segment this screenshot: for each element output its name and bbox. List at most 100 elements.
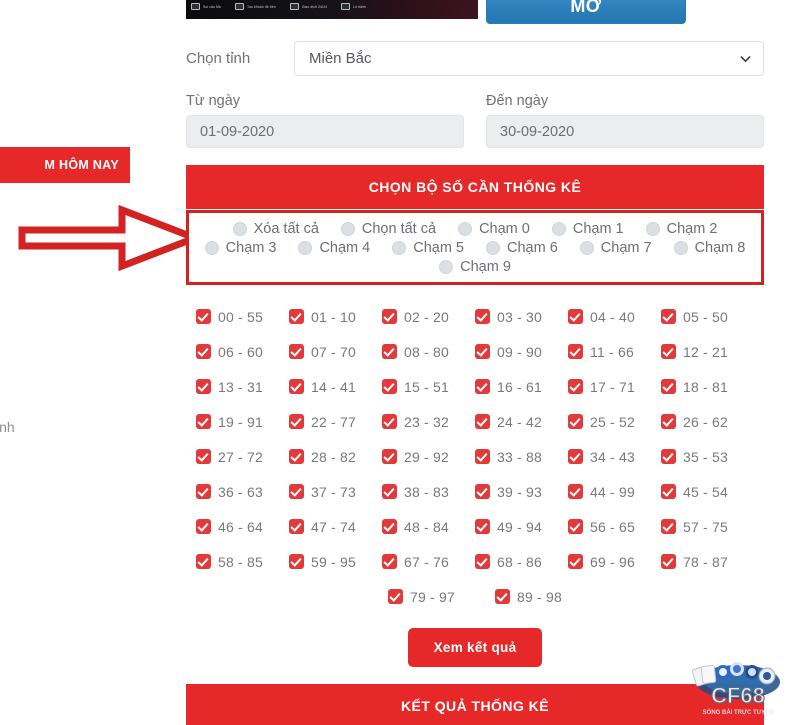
number-checkbox-option[interactable]: 18 - 81 xyxy=(661,379,754,395)
number-checkbox-option[interactable]: 02 - 20 xyxy=(382,309,475,325)
number-checkbox-option[interactable]: 05 - 50 xyxy=(661,309,754,325)
number-checkbox-option[interactable]: 13 - 31 xyxy=(196,379,289,395)
checkbox-checked-icon[interactable] xyxy=(661,344,676,359)
checkbox-checked-icon[interactable] xyxy=(382,414,397,429)
radio-circle-icon[interactable] xyxy=(392,241,407,255)
checkbox-checked-icon[interactable] xyxy=(661,309,676,324)
checkbox-checked-icon[interactable] xyxy=(475,449,490,464)
radio-circle-icon[interactable] xyxy=(551,222,566,236)
checkbox-checked-icon[interactable] xyxy=(568,519,583,534)
number-checkbox-option[interactable]: 08 - 80 xyxy=(382,344,475,360)
open-button[interactable]: MỞ xyxy=(486,0,686,24)
checkbox-checked-icon[interactable] xyxy=(196,414,211,429)
checkbox-checked-icon[interactable] xyxy=(196,344,211,359)
touch-filter-option[interactable]: Chạm 0 xyxy=(458,221,530,237)
checkbox-checked-icon[interactable] xyxy=(289,309,304,324)
touch-filter-option[interactable]: Chọn tất cả xyxy=(340,221,436,237)
checkbox-checked-icon[interactable] xyxy=(196,449,211,464)
number-checkbox-option[interactable]: 25 - 52 xyxy=(568,414,661,430)
number-checkbox-option[interactable]: 11 - 66 xyxy=(568,344,661,360)
checkbox-checked-icon[interactable] xyxy=(388,589,403,604)
number-checkbox-option[interactable]: 89 - 98 xyxy=(495,589,562,605)
number-checkbox-option[interactable]: 28 - 82 xyxy=(289,449,382,465)
number-checkbox-option[interactable]: 14 - 41 xyxy=(289,379,382,395)
checkbox-checked-icon[interactable] xyxy=(475,344,490,359)
checkbox-checked-icon[interactable] xyxy=(661,414,676,429)
checkbox-checked-icon[interactable] xyxy=(568,449,583,464)
number-checkbox-option[interactable]: 59 - 95 xyxy=(289,554,382,570)
checkbox-checked-icon[interactable] xyxy=(289,414,304,429)
number-checkbox-option[interactable]: 04 - 40 xyxy=(568,309,661,325)
touch-filter-option[interactable]: Chạm 2 xyxy=(645,221,717,237)
from-date-input[interactable]: 01-09-2020 xyxy=(186,115,464,148)
checkbox-checked-icon[interactable] xyxy=(382,554,397,569)
radio-circle-icon[interactable] xyxy=(340,222,355,236)
number-checkbox-option[interactable]: 00 - 55 xyxy=(196,309,289,325)
checkbox-checked-icon[interactable] xyxy=(475,379,490,394)
checkbox-checked-icon[interactable] xyxy=(568,344,583,359)
checkbox-checked-icon[interactable] xyxy=(661,554,676,569)
number-checkbox-option[interactable]: 68 - 86 xyxy=(475,554,568,570)
number-checkbox-option[interactable]: 23 - 32 xyxy=(382,414,475,430)
number-checkbox-option[interactable]: 16 - 61 xyxy=(475,379,568,395)
left-cutoff-banner[interactable]: M HÔM NAY xyxy=(0,147,130,183)
checkbox-checked-icon[interactable] xyxy=(382,309,397,324)
checkbox-checked-icon[interactable] xyxy=(196,484,211,499)
number-checkbox-option[interactable]: 01 - 10 xyxy=(289,309,382,325)
checkbox-checked-icon[interactable] xyxy=(289,449,304,464)
number-checkbox-option[interactable]: 38 - 83 xyxy=(382,484,475,500)
checkbox-checked-icon[interactable] xyxy=(475,414,490,429)
checkbox-checked-icon[interactable] xyxy=(196,554,211,569)
number-checkbox-option[interactable]: 06 - 60 xyxy=(196,344,289,360)
checkbox-checked-icon[interactable] xyxy=(661,519,676,534)
checkbox-checked-icon[interactable] xyxy=(289,554,304,569)
number-checkbox-option[interactable]: 48 - 84 xyxy=(382,519,475,535)
checkbox-checked-icon[interactable] xyxy=(475,484,490,499)
checkbox-checked-icon[interactable] xyxy=(382,484,397,499)
touch-filter-option[interactable]: Chạm 8 xyxy=(673,240,745,256)
checkbox-checked-icon[interactable] xyxy=(196,309,211,324)
number-checkbox-option[interactable]: 33 - 88 xyxy=(475,449,568,465)
checkbox-checked-icon[interactable] xyxy=(568,309,583,324)
touch-filter-option[interactable]: Chạm 4 xyxy=(298,240,370,256)
number-checkbox-option[interactable]: 12 - 21 xyxy=(661,344,754,360)
number-checkbox-option[interactable]: 79 - 97 xyxy=(388,589,455,605)
checkbox-checked-icon[interactable] xyxy=(475,519,490,534)
number-checkbox-option[interactable]: 57 - 75 xyxy=(661,519,754,535)
checkbox-checked-icon[interactable] xyxy=(568,484,583,499)
view-result-button[interactable]: Xem kết quả xyxy=(407,628,543,667)
number-checkbox-option[interactable]: 35 - 53 xyxy=(661,449,754,465)
number-checkbox-option[interactable]: 24 - 42 xyxy=(475,414,568,430)
touch-filter-option[interactable]: Chạm 3 xyxy=(204,240,276,256)
number-checkbox-option[interactable]: 67 - 76 xyxy=(382,554,475,570)
number-checkbox-option[interactable]: 15 - 51 xyxy=(382,379,475,395)
checkbox-checked-icon[interactable] xyxy=(382,344,397,359)
touch-filter-option[interactable]: Chạm 9 xyxy=(439,259,511,275)
number-checkbox-option[interactable]: 19 - 91 xyxy=(196,414,289,430)
checkbox-checked-icon[interactable] xyxy=(289,379,304,394)
checkbox-checked-icon[interactable] xyxy=(568,414,583,429)
checkbox-checked-icon[interactable] xyxy=(289,344,304,359)
checkbox-checked-icon[interactable] xyxy=(382,379,397,394)
province-select[interactable]: Miền Bắc xyxy=(294,41,764,76)
number-checkbox-option[interactable]: 26 - 62 xyxy=(661,414,754,430)
touch-filter-option[interactable]: Xóa tất cả xyxy=(232,221,319,237)
checkbox-checked-icon[interactable] xyxy=(661,484,676,499)
checkbox-checked-icon[interactable] xyxy=(568,554,583,569)
to-date-input[interactable]: 30-09-2020 xyxy=(486,115,764,148)
checkbox-checked-icon[interactable] xyxy=(196,519,211,534)
checkbox-checked-icon[interactable] xyxy=(289,519,304,534)
checkbox-checked-icon[interactable] xyxy=(475,554,490,569)
checkbox-checked-icon[interactable] xyxy=(475,309,490,324)
number-checkbox-option[interactable]: 69 - 96 xyxy=(568,554,661,570)
number-checkbox-option[interactable]: 37 - 73 xyxy=(289,484,382,500)
touch-filter-option[interactable]: Chạm 7 xyxy=(579,240,652,256)
number-checkbox-option[interactable]: 56 - 65 xyxy=(568,519,661,535)
radio-circle-icon[interactable] xyxy=(673,241,688,255)
number-checkbox-option[interactable]: 07 - 70 xyxy=(289,344,382,360)
radio-circle-icon[interactable] xyxy=(439,260,454,274)
number-checkbox-option[interactable]: 34 - 43 xyxy=(568,449,661,465)
number-checkbox-option[interactable]: 58 - 85 xyxy=(196,554,289,570)
radio-circle-icon[interactable] xyxy=(486,241,500,255)
number-checkbox-option[interactable]: 39 - 93 xyxy=(475,484,568,500)
